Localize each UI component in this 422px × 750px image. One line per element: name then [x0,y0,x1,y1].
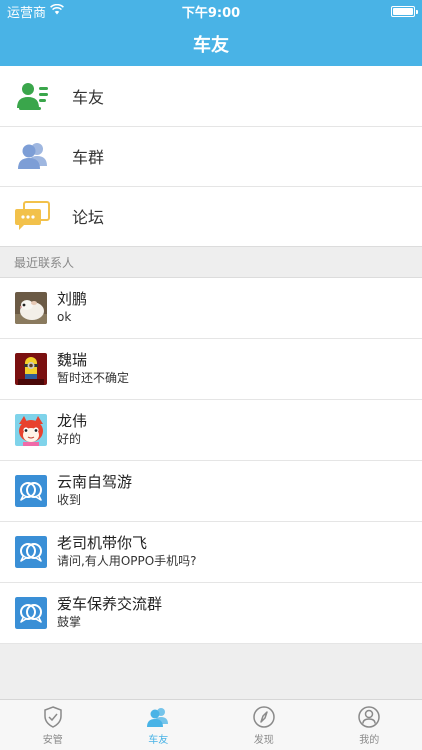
tab-discover[interactable]: 发现 [211,700,317,750]
nav-bar: 车友 [0,22,422,66]
menu-label: 论坛 [72,208,105,227]
contact-text: 龙伟 好的 [57,412,87,448]
tab-label: 安管 [42,734,63,746]
tab-label: 我的 [359,734,380,746]
menu-item-friends[interactable]: 车友 [0,66,422,126]
contact-name: 爱车保养交流群 [57,595,163,613]
menu-section: 车友 车群 论坛 [0,66,422,247]
tab-friends[interactable]: 车友 [106,700,212,750]
contact-name: 云南自驾游 [57,473,133,491]
minion-avatar [15,353,47,385]
group-chat-icon [15,597,47,629]
contact-card-icon [14,77,52,115]
tab-safety[interactable]: 安管 [0,700,106,750]
contact-item[interactable]: 爱车保养交流群 鼓掌 [0,583,422,644]
tab-label: 车友 [148,734,169,746]
contact-text: 老司机带你飞 请问,有人用OPPO手机吗? [57,534,197,570]
forum-chat-icon [14,197,52,235]
menu-item-forum[interactable]: 论坛 [0,186,422,246]
contact-last-message: 暂时还不确定 [57,371,130,385]
contact-last-message: 请问,有人用OPPO手机吗? [57,554,197,568]
hamster-avatar [15,292,47,324]
status-bar: 运营商 下午9:00 [0,0,422,22]
contact-name: 魏瑞 [57,351,88,369]
cartoon-fox-avatar [15,414,47,446]
battery-icon [391,5,418,17]
contact-last-message: 好的 [57,432,82,446]
contact-item[interactable]: 魏瑞 暂时还不确定 [0,339,422,400]
profile-icon [357,705,381,729]
wifi-icon [50,3,64,19]
contact-item[interactable]: 云南自驾游 收到 [0,461,422,522]
contact-item[interactable]: 老司机带你飞 请问,有人用OPPO手机吗? [0,522,422,583]
shield-check-icon [41,705,65,729]
contact-name: 老司机带你飞 [57,534,148,552]
tab-label: 发现 [253,734,274,746]
contact-text: 魏瑞 暂时还不确定 [57,351,129,387]
recent-contacts-header: 最近联系人 [0,247,422,278]
contact-text: 云南自驾游 收到 [57,473,132,509]
contact-last-message: 鼓掌 [57,615,82,629]
menu-item-groups[interactable]: 车群 [0,126,422,186]
battery-level [393,7,413,15]
group-chat-icon [15,475,47,507]
contact-list: 刘鹏 ok 魏瑞 暂时还不确定 龙伟 好的 云南自驾游 收到 老司机带你飞 请问… [0,278,422,644]
tab-bar: 安管 车友 发现 我的 [0,699,422,750]
contact-name: 龙伟 [57,412,88,430]
menu-label: 车群 [72,148,105,167]
compass-icon [252,705,276,729]
contact-text: 爱车保养交流群 鼓掌 [57,595,162,631]
contact-name: 刘鹏 [57,290,88,308]
menu-label: 车友 [72,88,105,107]
contact-last-message: 收到 [57,493,82,507]
carrier-label: 运营商 [7,5,47,21]
contact-item[interactable]: 龙伟 好的 [0,400,422,461]
contact-item[interactable]: 刘鹏 ok [0,278,422,339]
contact-text: 刘鹏 ok [57,290,87,326]
contact-last-message: ok [57,310,72,324]
status-left: 运营商 [7,2,64,21]
tab-profile[interactable]: 我的 [317,700,422,750]
friends-icon [146,705,170,729]
group-chat-icon [15,536,47,568]
group-icon [14,137,52,175]
page-title: 车友 [193,35,229,56]
